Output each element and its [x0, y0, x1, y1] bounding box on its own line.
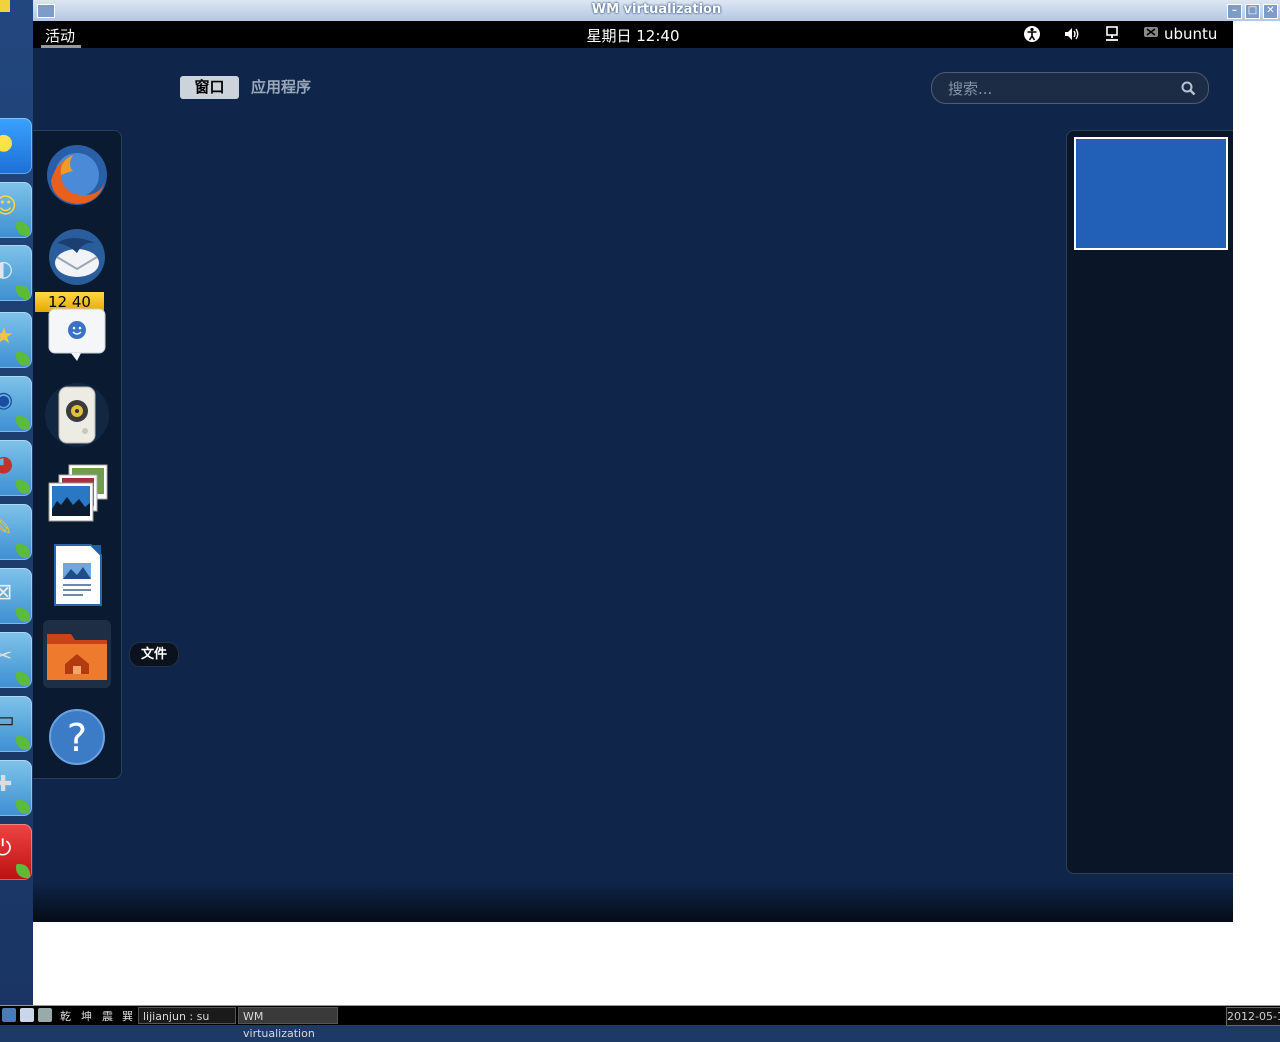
top-panel: 活动 星期日 12:40 ubuntu [33, 21, 1233, 48]
accessibility-icon[interactable] [1023, 25, 1041, 47]
ime-char-2[interactable]: 坤 [81, 1008, 92, 1024]
host-bookmark-icon[interactable]: ★ [0, 312, 32, 368]
panel-clock[interactable]: 星期日 12:40 [33, 25, 1233, 46]
help-icon: ? [43, 709, 111, 775]
volume-icon[interactable] [1063, 25, 1081, 47]
host-network-icon[interactable]: ⊠ [0, 568, 32, 624]
window-titlebar[interactable]: WM virtualization – □ ✕ [33, 0, 1280, 22]
host-paint-icon[interactable]: ✎ [0, 504, 32, 560]
user-menu[interactable]: ubuntu [1164, 25, 1217, 43]
host-corner-icon [0, 0, 10, 12]
dash-tooltip: 文件 [129, 642, 180, 667]
host-smiley-icon[interactable]: ☺ [0, 182, 32, 238]
host-window-icon[interactable]: ▭ [0, 696, 32, 752]
host-gamepad-icon[interactable]: ✚ [0, 760, 32, 816]
speaker-icon [43, 383, 111, 453]
show-desktop-icon[interactable] [20, 1008, 34, 1022]
taskbar-task-wm-virtualization[interactable]: WM virtualization [238, 1007, 338, 1040]
search-input[interactable] [946, 78, 1170, 100]
guest-screen: 活动 星期日 12:40 ubuntu 窗口 应用程序 搜索... 12 40 … [33, 21, 1233, 922]
search-box[interactable] [931, 72, 1209, 104]
firefox-icon [43, 145, 111, 213]
home-folder-icon [43, 634, 111, 692]
window-blank-bottom [33, 922, 1280, 1005]
host-globe-icon[interactable]: ◉ [0, 376, 32, 432]
dash-item-firefox[interactable] [43, 141, 111, 209]
activities-overview: 窗口 应用程序 12 40 [33, 48, 1233, 922]
window-title: WM virtualization [591, 2, 722, 17]
photos-icon [43, 464, 111, 533]
minimize-button[interactable]: – [1227, 4, 1242, 19]
svg-text:?: ? [67, 716, 87, 760]
document-icon [43, 544, 111, 613]
workspace-switcher [1066, 130, 1233, 874]
ime-char-1[interactable]: 乾 [60, 1008, 71, 1024]
chat-bubble-icon [43, 308, 111, 373]
tab-applications[interactable]: 应用程序 [251, 76, 311, 99]
host-app-icon-1[interactable]: ● [0, 118, 32, 174]
host-taskbar: 乾 坤 震 巽 lijianjun : su WM virtualization… [0, 1005, 1280, 1040]
user-status-icon[interactable] [1143, 25, 1159, 45]
dash-item-empathy[interactable] [43, 301, 111, 369]
dash: 12 40 ? [33, 130, 122, 779]
dash-item-shotwell[interactable] [43, 461, 111, 529]
search-icon [1181, 81, 1196, 100]
taskbar-date[interactable]: 2012-05-13 [1226, 1007, 1280, 1026]
dash-item-thunderbird[interactable] [43, 223, 111, 291]
quicklaunch-icon[interactable] [38, 1008, 52, 1022]
dash-item-help[interactable]: ? [43, 703, 111, 771]
host-tools-icon[interactable]: ✂ [0, 632, 32, 688]
ime-char-3[interactable]: 震 [102, 1008, 113, 1024]
tab-windows[interactable]: 窗口 [180, 76, 239, 99]
host-chart-icon[interactable]: ◕ [0, 440, 32, 496]
ime-char-4[interactable]: 巽 [122, 1008, 133, 1024]
start-menu-icon[interactable] [2, 1008, 16, 1022]
dash-item-files[interactable] [43, 620, 111, 688]
network-icon[interactable] [1103, 25, 1121, 47]
host-chrome-icon[interactable]: ◐ [0, 245, 32, 301]
taskbar-task-terminal[interactable]: lijianjun : su [138, 1007, 236, 1024]
window-blank-right [1233, 21, 1280, 922]
maximize-button[interactable]: □ [1245, 4, 1260, 19]
host-power-icon[interactable]: ⏻ [0, 824, 32, 880]
thunderbird-mail-icon [43, 229, 111, 295]
dash-item-rhythmbox[interactable] [43, 381, 111, 449]
close-button[interactable]: ✕ [1263, 4, 1278, 19]
overview-bottom-shadow [33, 882, 1233, 922]
host-desktop-strip: ● ☺ ◐ ★ ◉ ◕ ✎ ⊠ ✂ ▭ ✚ ⏻ [0, 0, 33, 1005]
workspace-thumbnail[interactable] [1074, 137, 1228, 250]
dash-item-writer[interactable] [43, 541, 111, 609]
